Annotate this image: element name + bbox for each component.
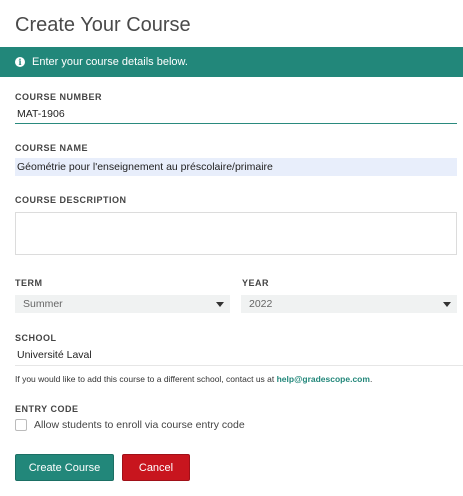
term-label: TERM — [15, 278, 43, 288]
entry-code-checkbox[interactable] — [15, 419, 27, 431]
entry-code-checkbox-label[interactable]: Allow students to enroll via course entr… — [34, 419, 245, 431]
course-number-label: COURSE NUMBER — [15, 92, 103, 102]
course-name-input[interactable]: Géométrie pour l'enseignement au préscol… — [15, 158, 457, 176]
cancel-button[interactable]: Cancel — [122, 454, 190, 481]
chevron-down-icon — [216, 302, 224, 307]
chevron-down-icon — [443, 302, 451, 307]
school-help-text: If you would like to add this course to … — [15, 374, 372, 384]
course-number-input[interactable]: MAT-1906 — [15, 106, 457, 124]
course-name-label: COURSE NAME — [15, 143, 89, 153]
term-select[interactable]: Summer — [15, 295, 230, 313]
year-select[interactable]: 2022 — [241, 295, 457, 313]
year-label: YEAR — [242, 278, 270, 288]
school-label: SCHOOL — [15, 333, 57, 343]
term-selected-value: Summer — [23, 298, 63, 310]
help-text-body: If you would like to add this course to … — [15, 374, 277, 384]
help-text-suffix: . — [369, 374, 373, 384]
page-title: Create Your Course — [15, 14, 191, 36]
course-description-label: COURSE DESCRIPTION — [15, 195, 127, 205]
info-banner: i Enter your course details below. — [0, 47, 463, 77]
school-value: Université Laval — [15, 348, 463, 366]
entry-code-label: ENTRY CODE — [15, 404, 79, 414]
support-email-link[interactable]: help@gradescope.com — [277, 374, 370, 384]
banner-text: Enter your course details below. — [32, 56, 188, 68]
info-icon: i — [15, 57, 25, 67]
year-selected-value: 2022 — [249, 298, 273, 310]
course-description-textarea[interactable] — [15, 212, 457, 255]
create-course-button[interactable]: Create Course — [15, 454, 114, 481]
